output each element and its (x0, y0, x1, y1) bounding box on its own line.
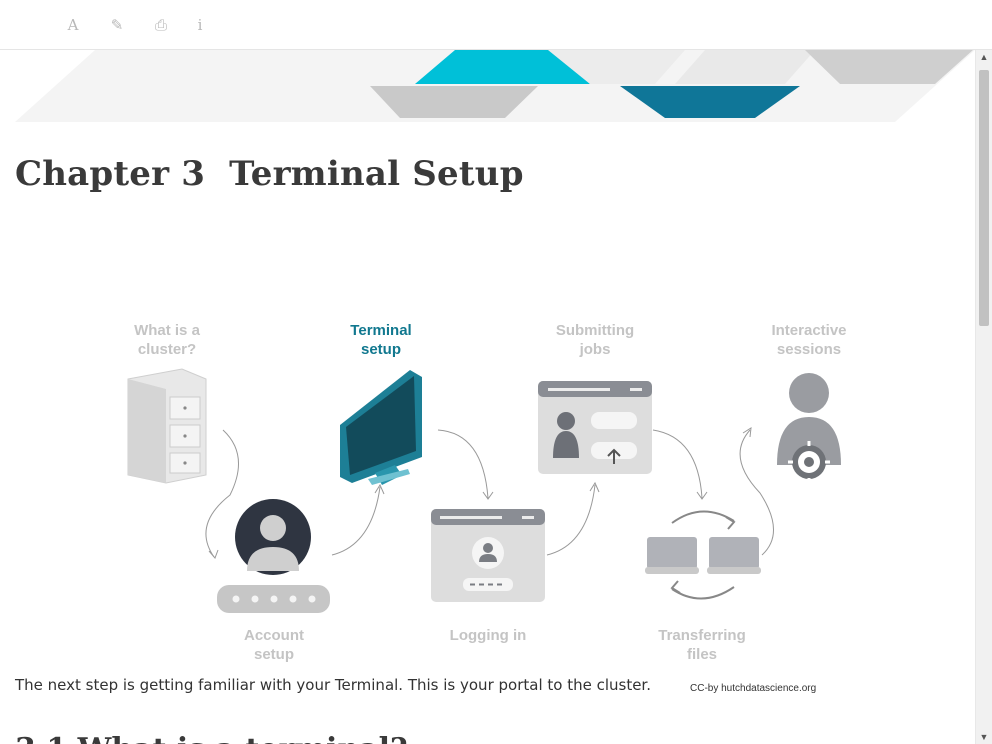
step-label-logging-in: Logging in (449, 627, 527, 644)
vertical-scrollbar[interactable]: ▲ ▼ (975, 50, 992, 744)
chapter-name: Terminal Setup (229, 154, 524, 194)
intro-paragraph: The next step is getting familiar with y… (15, 676, 651, 694)
scroll-up-arrow-icon[interactable]: ▲ (976, 50, 992, 64)
pdf-icon[interactable]: ⎙ (150, 14, 172, 36)
monitor-icon (340, 370, 422, 485)
figure-credit: CC-by hutchdatascience.org (690, 683, 817, 694)
edit-icon[interactable]: ✎ (106, 14, 128, 36)
server-icon (127, 368, 207, 484)
jobs-window-icon (538, 381, 652, 474)
book-toolbar: A ✎ ⎙ i (0, 0, 992, 50)
account-icon (217, 499, 330, 613)
chapter-number: Chapter 3 (15, 154, 206, 194)
workflow-figure: What is a cluster? Account setup Termina… (110, 265, 860, 694)
step-label-transfer: Transferring files (658, 627, 746, 663)
step-label-jobs: Submitting jobs (555, 322, 635, 358)
step-label-terminal: Terminal setup (350, 322, 412, 358)
chapter-banner (15, 50, 975, 122)
page-content: Chapter 3 Terminal Setup What is a clust… (0, 50, 976, 744)
section-title: 3.1 What is a terminal? (15, 732, 408, 744)
font-settings-icon[interactable]: A (62, 14, 84, 36)
scroll-down-arrow-icon[interactable]: ▼ (976, 730, 992, 744)
step-label-account: Account setup (244, 627, 304, 663)
interactive-session-icon (777, 373, 841, 483)
chapter-title: Chapter 3 Terminal Setup (15, 154, 524, 194)
transfer-laptops-icon (645, 510, 761, 600)
step-label-cluster: What is a cluster? (134, 322, 200, 358)
info-icon[interactable]: i (189, 14, 211, 36)
login-window-icon (431, 509, 545, 602)
step-label-interactive: Interactive sessions (771, 322, 847, 358)
scrollbar-thumb[interactable] (979, 70, 989, 326)
